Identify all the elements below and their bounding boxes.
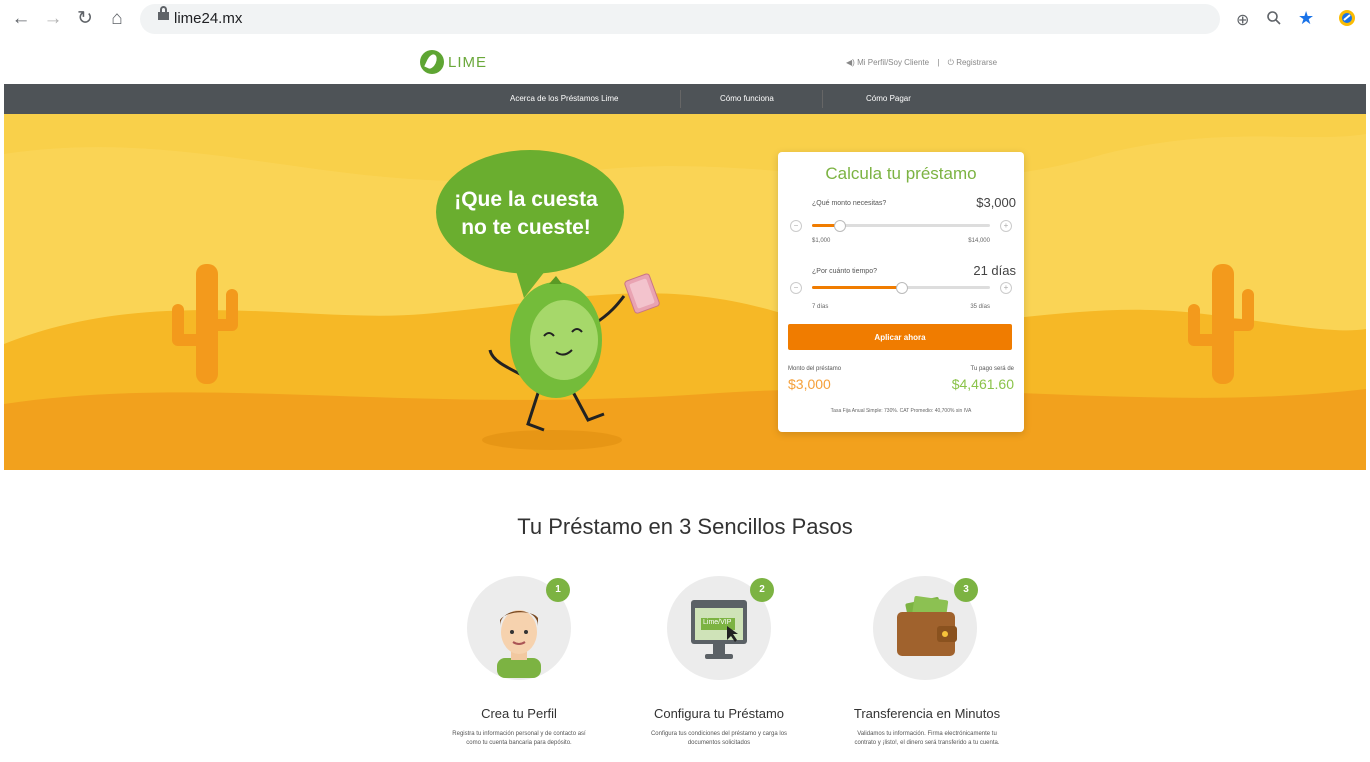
term-decrease-button[interactable]: −: [790, 282, 802, 294]
amount-slider-thumb[interactable]: [833, 220, 846, 232]
back-arrow-icon[interactable]: ←: [10, 8, 32, 30]
header-links: ◀) Mi Perfil/Soy Cliente | ⏻ Registrarse: [846, 58, 997, 68]
hero-slogan: ¡Que la cuesta no te cueste!: [436, 186, 616, 242]
slogan-line-1: ¡Que la cuesta: [454, 188, 598, 211]
extension-icon[interactable]: [1338, 9, 1356, 32]
loan-amount-label: Monto del préstamo: [788, 366, 842, 372]
nav-divider: [680, 90, 681, 108]
register-link[interactable]: Registrarse: [956, 58, 997, 67]
step-1-title: Crea tu Perfil: [481, 706, 557, 721]
term-slider[interactable]: [812, 282, 990, 294]
nav-item-how-to-pay[interactable]: Cómo Pagar: [866, 94, 911, 103]
step-2-desc-line-2: documentos solicitados: [687, 740, 751, 746]
user-icon: ◀): [846, 58, 855, 67]
term-question: ¿Por cuánto tiempo?: [812, 268, 877, 275]
step-3-desc-line-1: Validamos tu información. Firma electrón…: [857, 731, 997, 737]
url-text[interactable]: lime24.mx: [174, 10, 242, 27]
star-icon[interactable]: ★: [1298, 8, 1314, 29]
search-icon[interactable]: [1266, 10, 1282, 31]
lock-icon: [158, 6, 169, 20]
step-2-title: Configura tu Préstamo: [653, 706, 785, 721]
forward-arrow-icon[interactable]: →: [42, 8, 64, 30]
address-bar[interactable]: lime24.mx: [140, 4, 1220, 34]
calculator-title: Calcula tu préstamo: [825, 164, 977, 183]
amount-decrease-button[interactable]: −: [790, 220, 802, 232]
zoom-in-icon[interactable]: ⊕: [1236, 10, 1249, 30]
term-slider-thumb[interactable]: [896, 282, 908, 294]
step-1-desc-line-2: como tu cuenta bancaria para depósito.: [466, 740, 572, 746]
rate-disclaimer: Tasa Fija Anual Simple: 730%. CAT Promed…: [830, 408, 972, 414]
lime-logo-icon[interactable]: [420, 50, 444, 74]
amount-min-label: $1,000: [812, 238, 831, 244]
loan-amount-value: $3,000: [788, 376, 831, 392]
step-3-description: Validamos tu información. Firma electrón…: [822, 730, 1032, 748]
payment-value: $4,461.60: [951, 376, 1014, 392]
home-icon[interactable]: ⌂: [106, 8, 128, 30]
main-nav: Acerca de los Préstamos Lime Cómo funcio…: [4, 84, 1366, 114]
step-2-desc-line-1: Configura tus condiciones del préstamo y…: [650, 731, 788, 737]
desert-illustration: [4, 114, 1366, 470]
step-2-description: Configura tus condiciones del préstamo y…: [614, 730, 824, 748]
loan-calculator: Calcula tu préstamo ¿Qué monto necesitas…: [778, 152, 1024, 432]
step-2-badge: 2: [750, 578, 774, 602]
step-3-title: Transferencia en Minutos: [853, 706, 1001, 721]
amount-slider[interactable]: [812, 220, 990, 232]
register-icon: ⏻: [947, 58, 954, 67]
apply-now-button[interactable]: Aplicar ahora: [788, 324, 1012, 350]
reload-icon[interactable]: ↻: [74, 8, 96, 30]
nav-item-about[interactable]: Acerca de los Préstamos Lime: [510, 94, 619, 103]
term-value: 21 días: [973, 263, 1016, 278]
screen-label: Lime/VIP: [703, 619, 732, 626]
term-max-label: 35 días: [970, 304, 990, 310]
step-3-badge: 3: [954, 578, 978, 602]
profile-link[interactable]: Mi Perfil/Soy Cliente: [857, 58, 929, 67]
logo-text[interactable]: LIME: [448, 54, 487, 71]
payment-label: Tu pago será de: [970, 366, 1014, 372]
header-divider: |: [937, 58, 940, 67]
amount-question: ¿Qué monto necesitas?: [812, 200, 887, 207]
site-header: LIME ◀) Mi Perfil/Soy Cliente | ⏻ Regist…: [0, 40, 1370, 84]
slogan-line-2: no te cueste!: [461, 216, 591, 239]
term-increase-button[interactable]: +: [1000, 282, 1012, 294]
step-3-desc-line-2: contrato y ¡listo!, el dinero será trans…: [854, 740, 1000, 746]
step-1-badge: 1: [546, 578, 570, 602]
amount-increase-button[interactable]: +: [1000, 220, 1012, 232]
nav-item-how-it-works[interactable]: Cómo funciona: [720, 94, 774, 103]
term-slider-fill: [812, 286, 901, 289]
nav-divider: [822, 90, 823, 108]
hero-banner: ¡Que la cuesta no te cueste!: [4, 114, 1366, 470]
steps-title: Tu Préstamo en 3 Sencillos Pasos: [517, 514, 853, 539]
step-1-description: Registra tu información personal y de co…: [414, 730, 624, 748]
browser-toolbar: ← → ↻ ⌂ lime24.mx ⊕ ★: [0, 0, 1370, 41]
step-1-desc-line-1: Registra tu información personal y de co…: [452, 731, 586, 737]
amount-max-label: $14,000: [968, 238, 990, 244]
term-min-label: 7 días: [812, 304, 829, 310]
amount-value: $3,000: [976, 195, 1016, 210]
